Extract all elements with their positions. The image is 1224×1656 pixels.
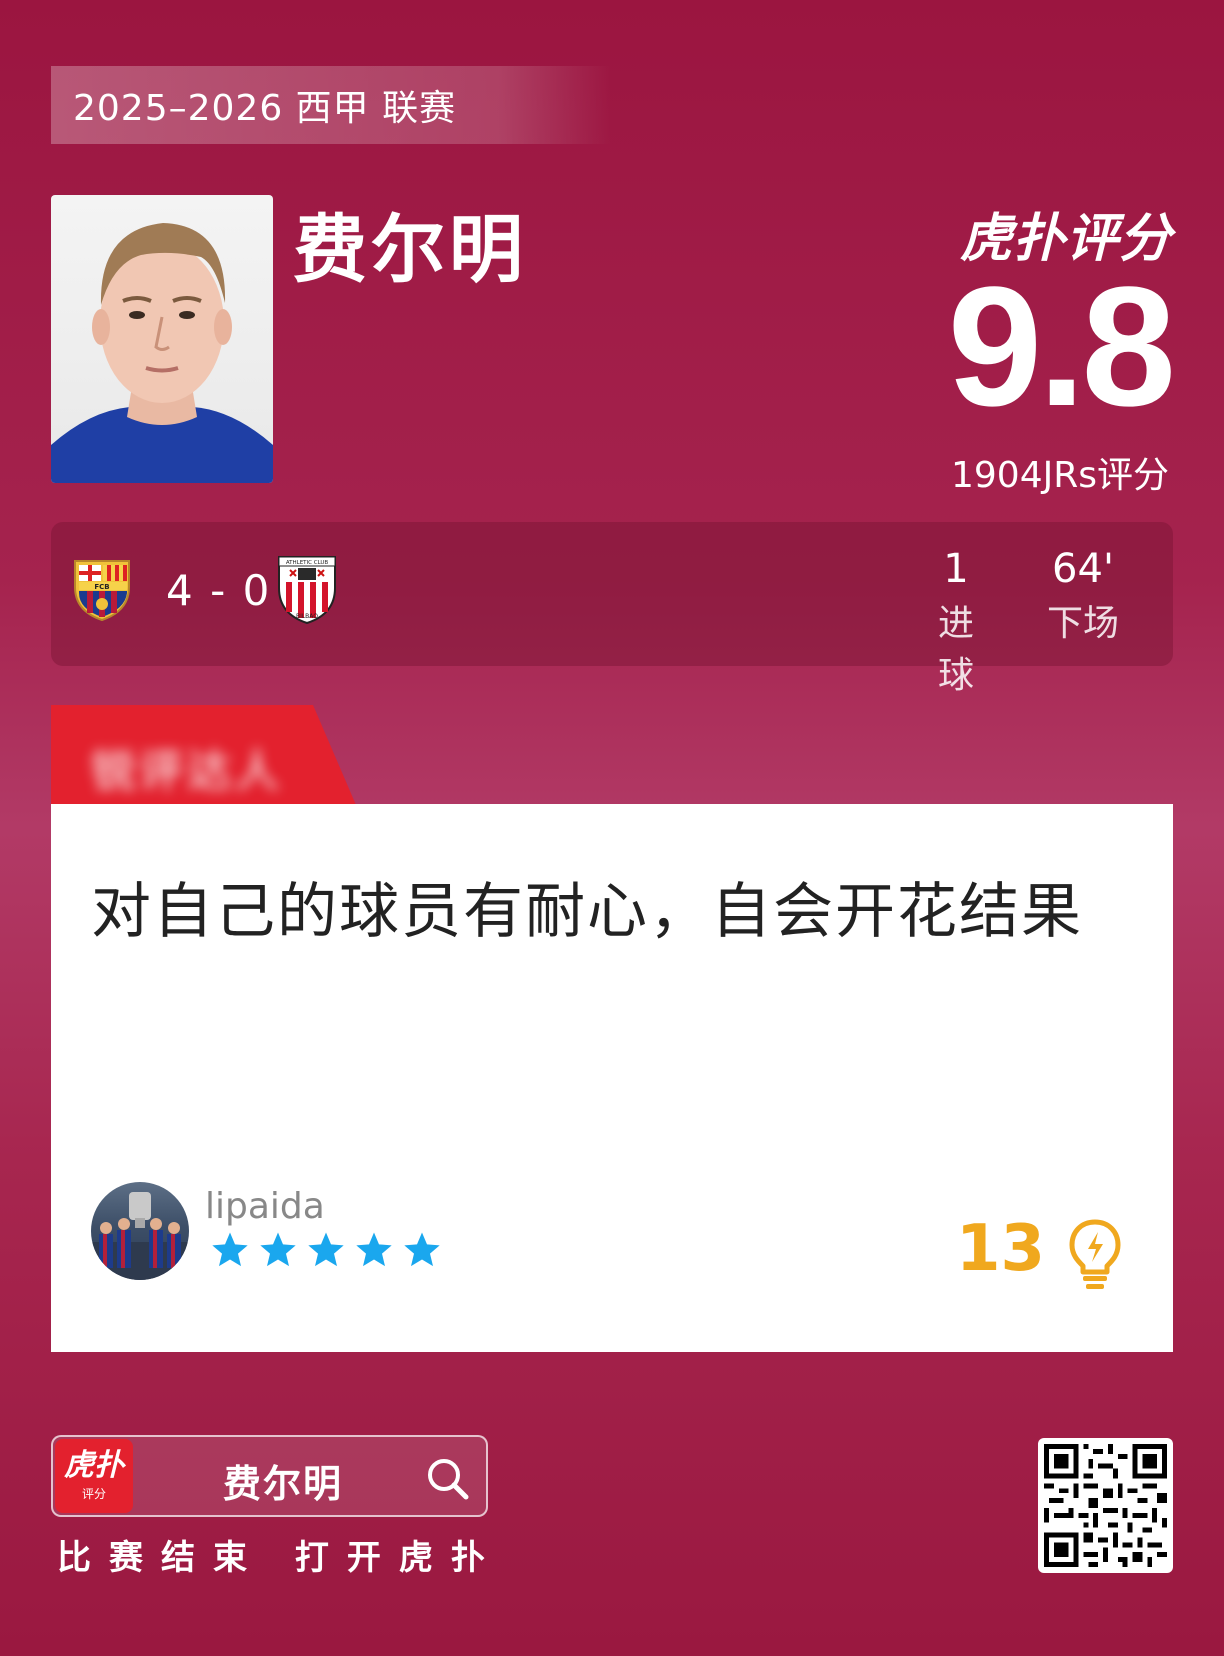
footer-caption: 比赛结束 打开虎扑 [57,1538,503,1578]
stat-subbed-off: 64' 下场 [1043,546,1123,646]
stat-goals: 1 进球 [921,546,991,698]
avatar[interactable] [91,1182,189,1280]
fc-barcelona-crest-icon: FCB [74,560,130,622]
player-portrait-icon [51,223,273,483]
star-icon [308,1232,344,1267]
athletic-club-crest-icon: ATHLETIC CLUB BILBAO [278,556,336,625]
lightbulb-like-icon[interactable] [1067,1218,1123,1290]
rating-score: 9.8 [947,252,1176,442]
stat-goals-value: 1 [943,546,969,592]
app-search-box[interactable]: 虎扑 评分 费尔明 [51,1435,488,1517]
player-name: 费尔明 [293,207,527,293]
comment-tag-ribbon: 锐评达人 [51,705,356,805]
star-icon [260,1232,296,1267]
comment-card[interactable]: 对自己的球员有耐心，自会开花结果 lipaida 13 [51,804,1173,1352]
comment-username[interactable]: lipaida [205,1186,325,1227]
stat-subbed-off-value: 64' [1052,546,1114,592]
app-icon-subtext: 评分 [81,1486,106,1501]
comment-tag-text: 锐评达人 [91,746,283,797]
comment-text: 对自己的球员有耐心，自会开花结果 [91,877,1083,947]
search-icon[interactable] [424,1455,470,1501]
qr-code-icon [1044,1444,1167,1567]
svg-text:ATHLETIC CLUB: ATHLETIC CLUB [286,560,329,566]
user-avatar-icon [91,1192,189,1280]
match-summary[interactable]: FCB 4 - 0 ATHLETIC CLUB BILBAO 1 进球 64' … [51,522,1173,696]
likes-count: 13 [955,1212,1045,1286]
league-title: 2025–2026 西甲 联赛 [73,88,457,129]
hupu-app-icon[interactable]: 虎扑 评分 [55,1439,133,1513]
qr-code [1038,1438,1173,1573]
stat-goals-label: 进球 [937,603,974,696]
player-photo [51,195,273,483]
star-icon [356,1232,392,1267]
search-keyword: 费尔明 [223,1462,344,1506]
match-score: 4 - 0 [166,566,272,615]
star-rating [209,1230,443,1270]
league-banner: 2025–2026 西甲 联赛 [51,66,611,144]
star-icon [212,1232,248,1267]
app-icon-text: 虎扑 [64,1447,124,1483]
svg-text:FCB: FCB [94,583,109,591]
rating-caption: 1904JRs评分 [950,455,1169,496]
svg-text:BILBAO: BILBAO [296,613,318,620]
star-icon [404,1232,440,1267]
stat-subbed-off-label: 下场 [1046,603,1119,644]
